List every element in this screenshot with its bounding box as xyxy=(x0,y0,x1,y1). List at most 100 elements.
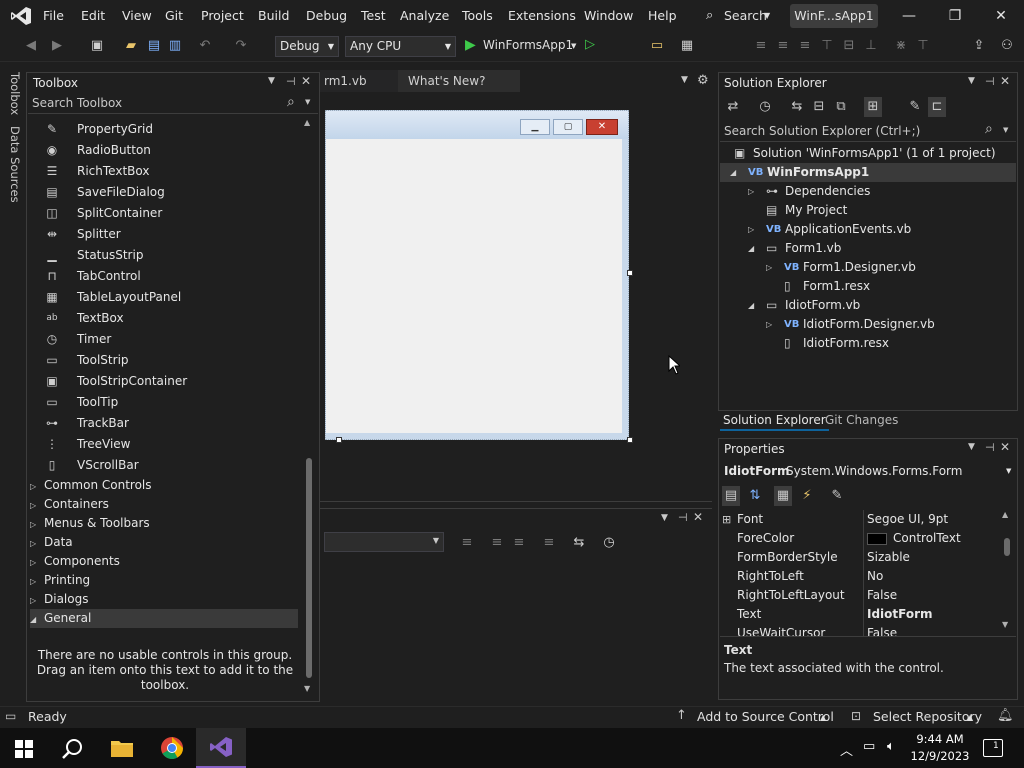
close-icon[interactable]: ✕ xyxy=(1000,74,1010,88)
filter-icon[interactable]: ⊞ xyxy=(864,97,882,117)
search-icon[interactable] xyxy=(62,738,84,760)
toolbox-item[interactable]: ◷ Timer xyxy=(40,329,298,350)
pin-icon[interactable]: ⊣ xyxy=(985,75,995,88)
menu-project[interactable]: Project xyxy=(201,0,244,32)
preview-icon[interactable]: ⊏ xyxy=(928,97,946,117)
chevron-up-icon[interactable]: ︿ xyxy=(840,740,853,759)
tab-solution-explorer[interactable]: Solution Explorer xyxy=(720,411,829,431)
resize-handle[interactable] xyxy=(336,437,342,443)
volume-icon[interactable]: 🔈︎ xyxy=(887,739,895,754)
pin-icon[interactable]: ⊣ xyxy=(985,441,995,454)
menu-test[interactable]: Test xyxy=(361,0,386,32)
solution-tree-node[interactable]: ▯ IdiotForm.resx xyxy=(720,334,1016,353)
menu-build[interactable]: Build xyxy=(258,0,289,32)
solution-tree-node[interactable]: ◢ ▭ IdiotForm.vb xyxy=(720,296,1016,315)
property-value[interactable]: ControlText xyxy=(893,529,961,548)
tab-form1[interactable]: rm1.vb xyxy=(320,70,398,92)
properties-object-select[interactable]: IdiotForm System.Windows.Forms.Form ▼ xyxy=(720,461,1016,481)
properties-wrench-icon[interactable]: ✎ xyxy=(906,97,924,117)
scroll-up-icon[interactable]: ▲ xyxy=(304,118,310,127)
toolbox-search-input[interactable]: Search Toolbox ⌕ ▼ xyxy=(28,94,318,114)
chevron-down-icon[interactable]: ▼ xyxy=(968,442,975,452)
add-to-source-control-button[interactable]: Add to Source Control xyxy=(697,709,834,724)
menu-view[interactable]: View xyxy=(122,0,152,32)
property-value[interactable]: Segoe UI, 9pt xyxy=(867,510,948,529)
resize-handle[interactable] xyxy=(627,437,633,443)
solution-tree-node[interactable]: ▷ VB Form1.Designer.vb xyxy=(720,258,1016,277)
form-client-area[interactable] xyxy=(326,139,622,433)
chevron-down-icon[interactable]: ▼ xyxy=(968,76,975,86)
forward-icon[interactable]: ▶ xyxy=(48,36,66,56)
menu-help[interactable]: Help xyxy=(648,0,677,32)
scroll-down-icon[interactable]: ▼ xyxy=(304,684,310,693)
menu-git[interactable]: Git xyxy=(165,0,183,32)
redo-icon[interactable]: ↷ xyxy=(232,36,250,56)
solution-tree-node[interactable]: ▷ ⊶ Dependencies xyxy=(720,182,1016,201)
solution-tree-node[interactable]: ▤ My Project xyxy=(720,201,1016,220)
menu-window[interactable]: Window xyxy=(584,0,633,32)
gear-icon[interactable]: ⚙ xyxy=(697,73,709,88)
scrollbar-thumb[interactable] xyxy=(1004,538,1010,556)
chrome-icon[interactable] xyxy=(160,736,184,760)
solution-tree-node[interactable]: ▯ Form1.resx xyxy=(720,277,1016,296)
close-icon[interactable]: ✕ xyxy=(693,510,703,524)
events-icon[interactable]: ⚡ xyxy=(798,486,816,506)
chevron-down-icon[interactable]: ▼ xyxy=(661,513,668,523)
menu-tools[interactable]: Tools xyxy=(462,0,493,32)
menu-debug[interactable]: Debug xyxy=(306,0,347,32)
back-icon[interactable]: ◀ xyxy=(22,36,40,56)
close-button[interactable]: ✕ xyxy=(978,0,1024,32)
open-file-icon[interactable]: ▰ xyxy=(122,36,140,56)
toolbox-item[interactable]: ▤ SaveFileDialog xyxy=(40,182,298,203)
maximize-button[interactable]: ❐ xyxy=(932,0,978,32)
toolbox-item[interactable]: ⇹ Splitter xyxy=(40,224,298,245)
toolbox-category-printing[interactable]: ▷ Printing xyxy=(30,571,298,590)
browser-link-icon[interactable]: ▭ xyxy=(648,36,666,56)
property-value[interactable]: IdiotForm xyxy=(867,605,933,624)
menu-edit[interactable]: Edit xyxy=(81,0,105,32)
toolbox-item[interactable]: ab TextBox xyxy=(40,308,298,329)
menu-analyze[interactable]: Analyze xyxy=(400,0,449,32)
toolbox-category-dialogs[interactable]: ▷ Dialogs xyxy=(30,590,298,609)
tab-order-icon[interactable]: ⇆ xyxy=(570,533,588,553)
notifications-icon[interactable]: 🔔︎ xyxy=(997,708,1014,723)
undo-icon[interactable]: ↶ xyxy=(196,36,214,56)
save-all-icon[interactable]: ▥ xyxy=(166,36,184,56)
start-debugging-icon[interactable]: ▶ xyxy=(465,37,476,53)
toolbox-category-components[interactable]: ▷ Components xyxy=(30,552,298,571)
expand-plus-icon[interactable]: ⊞ xyxy=(722,510,731,529)
sync-icon[interactable]: ⇄ xyxy=(724,97,742,117)
lower-window-combo[interactable]: ▼ xyxy=(324,532,444,552)
solution-explorer-search-input[interactable]: Search Solution Explorer (Ctrl+;) ⌕ ▼ xyxy=(720,121,1016,142)
toolbox-item[interactable]: ◫ SplitContainer xyxy=(40,203,298,224)
pin-icon[interactable]: ⊣ xyxy=(678,511,688,524)
new-project-icon[interactable]: ▣ xyxy=(88,36,106,56)
file-explorer-icon[interactable] xyxy=(110,737,134,759)
solution-tree-node[interactable]: ◢ VB WinFormsApp1 xyxy=(720,163,1016,182)
collapse-all-icon[interactable]: ⊟ xyxy=(810,97,828,117)
properties-scrollbar[interactable]: ▲ ▼ xyxy=(1000,510,1014,632)
designer-form-window[interactable]: ▁ ▢ ✕ xyxy=(325,110,629,440)
menu-extensions[interactable]: Extensions xyxy=(508,0,576,32)
toolbox-category-general[interactable]: ◢ General xyxy=(30,609,298,628)
feedback-icon[interactable]: ⚇ xyxy=(998,36,1016,56)
toolbox-item[interactable]: ⊓ TabControl xyxy=(40,266,298,287)
categorized-icon[interactable]: ▤ xyxy=(722,486,740,506)
toolbox-item[interactable]: ⋮ TreeView xyxy=(40,434,298,455)
property-row[interactable]: RightToLeft No xyxy=(720,567,1016,586)
collapsed-arrow-icon[interactable]: ▷ xyxy=(766,315,772,334)
toolbox-item[interactable]: ▭ ToolTip xyxy=(40,392,298,413)
property-pages-icon[interactable]: ✎ xyxy=(828,486,846,506)
solution-configuration-select[interactable]: Debug ▼ xyxy=(275,36,339,57)
property-value[interactable]: Sizable xyxy=(867,548,910,567)
visual-studio-taskbar-button[interactable] xyxy=(196,728,246,768)
property-row[interactable]: ⊞ Font Segoe UI, 9pt xyxy=(720,510,1016,529)
side-tab-toolbox[interactable]: Toolbox xyxy=(8,72,22,115)
scrollbar-thumb[interactable] xyxy=(306,458,312,678)
toolbox-item[interactable]: ▁ StatusStrip xyxy=(40,245,298,266)
solution-tree-node[interactable]: ▣ Solution 'WinFormsApp1' (1 of 1 project… xyxy=(720,144,1016,163)
toolbox-category-common-controls[interactable]: ▷ Common Controls xyxy=(30,476,298,495)
property-row[interactable]: Text IdiotForm xyxy=(720,605,1016,624)
toolbox-item[interactable]: ☰ RichTextBox xyxy=(40,161,298,182)
toolbox-item[interactable]: ◉ RadioButton xyxy=(40,140,298,161)
